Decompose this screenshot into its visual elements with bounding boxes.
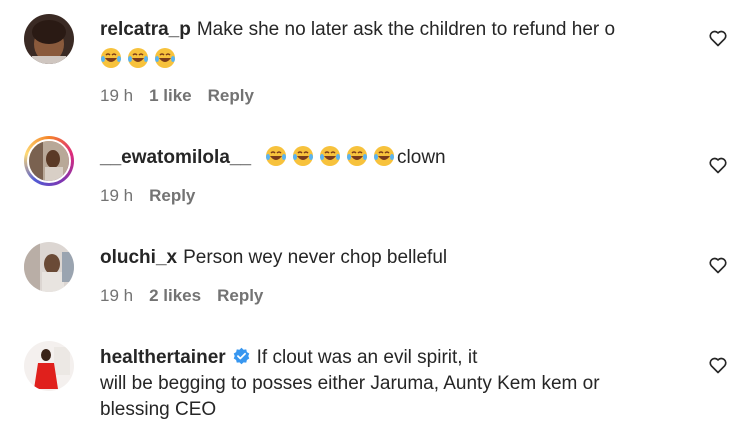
laughing-crying-emoji-icon [128,48,148,68]
emoji-row [265,145,397,171]
username[interactable]: relcatra_p [100,19,191,40]
comment-text: Make she no later ask the children to re… [196,19,616,40]
verified-badge-icon [233,347,249,365]
comment-text-line: blessing CEO [100,399,217,420]
heart-icon[interactable] [708,28,728,48]
likes-count[interactable]: 2 likes [149,286,201,305]
comment-body: oluchi_x Person wey never chop belleful [100,245,680,271]
comment-text-line: will be begging to posses either Jaruma,… [100,373,600,394]
comment-text: clown [397,147,446,168]
username[interactable]: healthertainer [100,347,226,368]
emoji-row [100,47,181,73]
heart-icon[interactable] [708,355,728,375]
avatar[interactable] [24,341,74,391]
timestamp: 19 h [100,86,134,105]
laughing-crying-emoji-icon [293,146,314,166]
reply-button[interactable]: Reply [217,286,263,305]
reply-button[interactable]: Reply [208,86,254,105]
comment-text: If clout was an evil spirit, it [256,347,478,368]
comment-body: relcatra_p Make she no later ask the chil… [100,17,680,73]
likes-count[interactable]: 1 like [149,86,192,105]
reply-button[interactable]: Reply [149,186,195,205]
laughing-crying-emoji-icon [347,146,368,166]
laughing-crying-emoji-icon [155,48,175,68]
comment-meta: 19 h 1 like Reply [100,86,270,106]
comment-meta: 19 h Reply [100,186,211,206]
comment-meta: 19 h 2 likes Reply [100,286,279,306]
timestamp: 19 h [100,186,134,205]
username[interactable]: oluchi_x [100,247,177,268]
avatar[interactable] [24,14,74,64]
username[interactable]: __ewatomilola__ [100,147,251,168]
comment-text: Person wey never chop belleful [183,247,448,268]
heart-icon[interactable] [708,255,728,275]
comment-body: healthertainer If clout was an evil spiri… [100,345,680,423]
avatar[interactable] [24,242,74,292]
avatar[interactable] [24,136,74,186]
laughing-crying-emoji-icon [101,48,121,68]
timestamp: 19 h [100,286,134,305]
laughing-crying-emoji-icon [266,146,287,166]
heart-icon[interactable] [708,155,728,175]
comment-body: __ewatomilola__ clown [100,145,680,171]
laughing-crying-emoji-icon [320,146,341,166]
laughing-crying-emoji-icon [374,146,395,166]
